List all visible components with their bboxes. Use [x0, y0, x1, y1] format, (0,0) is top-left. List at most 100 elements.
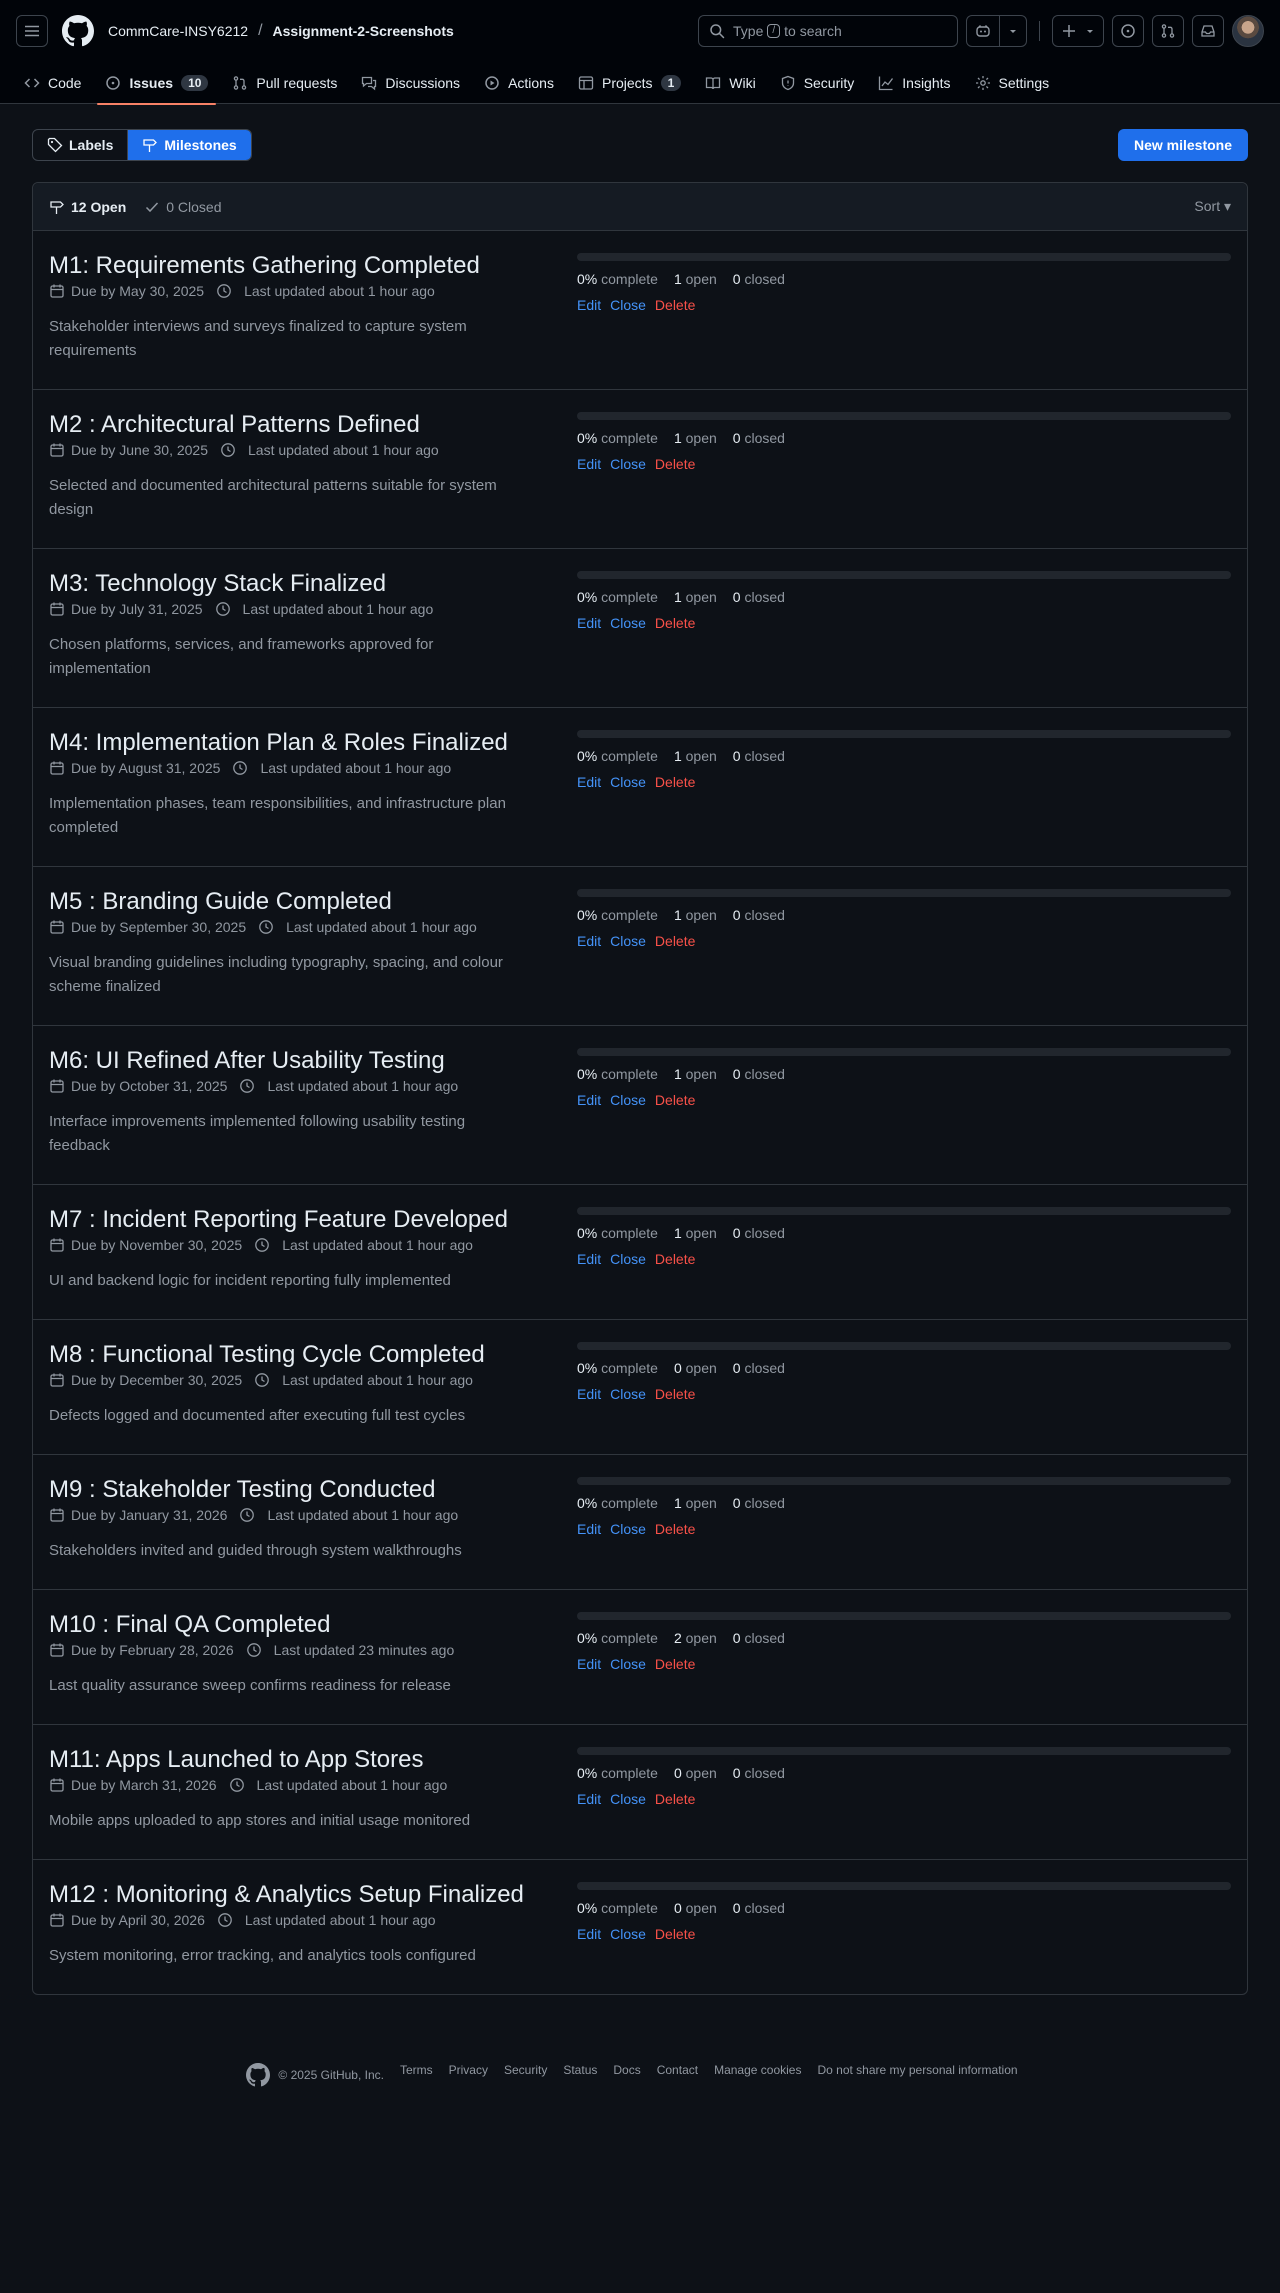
close-milestone-link[interactable]: Close — [610, 933, 646, 949]
close-milestone-link[interactable]: Close — [610, 1656, 646, 1672]
milestone-closed-issues-link[interactable]: 0 closed — [733, 1066, 785, 1082]
delete-milestone-link[interactable]: Delete — [655, 1656, 695, 1672]
close-milestone-link[interactable]: Close — [610, 1386, 646, 1402]
breadcrumb-repo-link[interactable]: Assignment-2-Screenshots — [273, 23, 454, 39]
milestone-title-link[interactable]: M5 : Branding Guide Completed — [49, 887, 549, 917]
footer-link-docs[interactable]: Docs — [613, 2063, 640, 2077]
close-milestone-link[interactable]: Close — [610, 1791, 646, 1807]
tab-actions[interactable]: Actions — [476, 62, 562, 104]
milestone-open-issues-link[interactable]: 0 open — [674, 1360, 717, 1376]
milestone-title-link[interactable]: M3: Technology Stack Finalized — [49, 569, 549, 599]
edit-milestone-link[interactable]: Edit — [577, 456, 601, 472]
delete-milestone-link[interactable]: Delete — [655, 615, 695, 631]
tab-discussions[interactable]: Discussions — [353, 62, 468, 104]
delete-milestone-link[interactable]: Delete — [655, 297, 695, 313]
milestone-open-issues-link[interactable]: 1 open — [674, 1225, 717, 1241]
edit-milestone-link[interactable]: Edit — [577, 1386, 601, 1402]
edit-milestone-link[interactable]: Edit — [577, 933, 601, 949]
close-milestone-link[interactable]: Close — [610, 1926, 646, 1942]
edit-milestone-link[interactable]: Edit — [577, 1092, 601, 1108]
close-milestone-link[interactable]: Close — [610, 774, 646, 790]
milestone-title-link[interactable]: M7 : Incident Reporting Feature Develope… — [49, 1205, 549, 1235]
milestone-open-issues-link[interactable]: 1 open — [674, 1066, 717, 1082]
milestone-open-issues-link[interactable]: 2 open — [674, 1630, 717, 1646]
tab-issues[interactable]: Issues 10 — [97, 62, 217, 105]
closed-milestones-filter[interactable]: 0 Closed — [144, 199, 222, 215]
inbox-button[interactable] — [1192, 15, 1224, 47]
footer-link-privacy[interactable]: Privacy — [449, 2063, 488, 2077]
tab-insights[interactable]: Insights — [870, 62, 958, 104]
milestone-closed-issues-link[interactable]: 0 closed — [733, 430, 785, 446]
milestone-title-link[interactable]: M9 : Stakeholder Testing Conducted — [49, 1475, 549, 1505]
close-milestone-link[interactable]: Close — [610, 1092, 646, 1108]
milestone-closed-issues-link[interactable]: 0 closed — [733, 1225, 785, 1241]
copilot-button[interactable] — [966, 15, 1027, 47]
milestone-closed-issues-link[interactable]: 0 closed — [733, 1765, 785, 1781]
search-input[interactable]: Type / to search — [698, 15, 958, 47]
milestone-open-issues-link[interactable]: 1 open — [674, 430, 717, 446]
labels-tab-button[interactable]: Labels — [33, 130, 127, 160]
delete-milestone-link[interactable]: Delete — [655, 1521, 695, 1537]
copilot-dropdown-chevron-icon[interactable] — [1000, 16, 1026, 46]
milestone-closed-issues-link[interactable]: 0 closed — [733, 1630, 785, 1646]
new-milestone-button[interactable]: New milestone — [1117, 129, 1248, 161]
close-milestone-link[interactable]: Close — [610, 456, 646, 472]
edit-milestone-link[interactable]: Edit — [577, 615, 601, 631]
milestone-open-issues-link[interactable]: 1 open — [674, 907, 717, 923]
milestone-title-link[interactable]: M10 : Final QA Completed — [49, 1610, 549, 1640]
milestone-open-issues-link[interactable]: 1 open — [674, 748, 717, 764]
milestone-closed-issues-link[interactable]: 0 closed — [733, 907, 785, 923]
tab-pull-requests[interactable]: Pull requests — [224, 62, 345, 104]
close-milestone-link[interactable]: Close — [610, 1521, 646, 1537]
edit-milestone-link[interactable]: Edit — [577, 297, 601, 313]
copilot-icon[interactable] — [967, 16, 999, 46]
milestones-tab-button[interactable]: Milestones — [127, 130, 251, 160]
create-dropdown-chevron-icon[interactable] — [1085, 16, 1103, 46]
footer-link-terms[interactable]: Terms — [400, 2063, 433, 2077]
your-issues-button[interactable] — [1112, 15, 1144, 47]
plus-icon[interactable] — [1053, 16, 1085, 46]
tab-projects[interactable]: Projects 1 — [570, 62, 689, 104]
footer-link-do-not-share[interactable]: Do not share my personal information — [817, 2063, 1017, 2077]
tab-settings[interactable]: Settings — [967, 62, 1058, 104]
milestone-closed-issues-link[interactable]: 0 closed — [733, 1495, 785, 1511]
your-pull-requests-button[interactable] — [1152, 15, 1184, 47]
milestone-open-issues-link[interactable]: 1 open — [674, 589, 717, 605]
edit-milestone-link[interactable]: Edit — [577, 1791, 601, 1807]
github-logo-icon[interactable] — [62, 15, 94, 47]
edit-milestone-link[interactable]: Edit — [577, 1656, 601, 1672]
create-new-button[interactable] — [1052, 15, 1104, 47]
milestone-closed-issues-link[interactable]: 0 closed — [733, 1900, 785, 1916]
milestone-open-issues-link[interactable]: 0 open — [674, 1765, 717, 1781]
milestone-title-link[interactable]: M1: Requirements Gathering Completed — [49, 251, 549, 281]
close-milestone-link[interactable]: Close — [610, 1251, 646, 1267]
delete-milestone-link[interactable]: Delete — [655, 456, 695, 472]
edit-milestone-link[interactable]: Edit — [577, 1926, 601, 1942]
tab-wiki[interactable]: Wiki — [697, 62, 763, 104]
close-milestone-link[interactable]: Close — [610, 615, 646, 631]
edit-milestone-link[interactable]: Edit — [577, 774, 601, 790]
hamburger-menu-button[interactable] — [16, 15, 48, 47]
milestone-title-link[interactable]: M11: Apps Launched to App Stores — [49, 1745, 549, 1775]
delete-milestone-link[interactable]: Delete — [655, 1092, 695, 1108]
milestone-closed-issues-link[interactable]: 0 closed — [733, 271, 785, 287]
delete-milestone-link[interactable]: Delete — [655, 1251, 695, 1267]
milestone-open-issues-link[interactable]: 1 open — [674, 271, 717, 287]
milestone-title-link[interactable]: M12 : Monitoring & Analytics Setup Final… — [49, 1880, 549, 1910]
delete-milestone-link[interactable]: Delete — [655, 933, 695, 949]
delete-milestone-link[interactable]: Delete — [655, 1386, 695, 1402]
close-milestone-link[interactable]: Close — [610, 297, 646, 313]
delete-milestone-link[interactable]: Delete — [655, 1926, 695, 1942]
milestone-closed-issues-link[interactable]: 0 closed — [733, 589, 785, 605]
edit-milestone-link[interactable]: Edit — [577, 1251, 601, 1267]
sort-dropdown[interactable]: Sort ▾ — [1194, 198, 1231, 215]
footer-link-status[interactable]: Status — [563, 2063, 597, 2077]
delete-milestone-link[interactable]: Delete — [655, 774, 695, 790]
github-mark-icon[interactable] — [246, 2063, 271, 2087]
footer-link-contact[interactable]: Contact — [657, 2063, 698, 2077]
tab-code[interactable]: Code — [16, 62, 89, 104]
milestone-open-issues-link[interactable]: 1 open — [674, 1495, 717, 1511]
edit-milestone-link[interactable]: Edit — [577, 1521, 601, 1537]
delete-milestone-link[interactable]: Delete — [655, 1791, 695, 1807]
footer-link-security[interactable]: Security — [504, 2063, 547, 2077]
